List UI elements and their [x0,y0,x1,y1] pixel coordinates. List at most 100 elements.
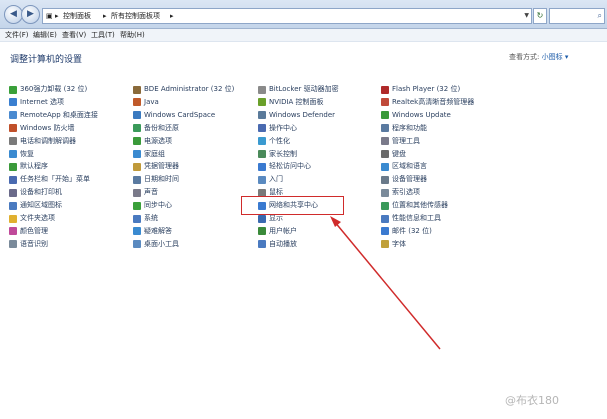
gadget-icon [133,240,141,249]
control-panel-item[interactable]: 个性化 [258,136,290,147]
item-label: 设备和打印机 [20,188,62,197]
control-panel-item[interactable]: 用户帐户 [258,226,297,237]
control-panel-item[interactable]: 任务栏和「开始」菜单 [9,174,90,185]
refresh-button[interactable]: ↻ [533,8,547,24]
personalize-icon [258,137,266,146]
item-label: Java [144,97,159,106]
page-title: 调整计算机的设置 [10,55,83,65]
control-panel-item[interactable]: 操作中心 [258,123,297,134]
control-panel-item[interactable]: Flash Player (32 位) [381,84,460,95]
control-panel-item[interactable]: 键盘 [381,149,406,160]
view-by: 查看方式: 小图标 ▾ [509,52,568,62]
item-label: 系统 [144,214,158,222]
control-panel-item[interactable]: NVIDIA 控制面板 [258,97,324,108]
control-panel-item[interactable]: 位置和其他传感器 [381,200,448,211]
item-label: 疑难解答 [144,226,172,235]
item-label: 入门 [269,175,283,184]
control-panel-item[interactable]: Windows 防火墙 [9,123,74,134]
item-label: 360强力卸载 (32 位) [20,85,88,93]
item-label: 用户帐户 [269,226,297,235]
menu-help[interactable]: 帮助(H) [120,29,145,41]
control-panel-item[interactable]: RemoteApp 和桌面连接 [9,110,98,121]
control-panel-item[interactable]: 凭据管理器 [133,161,179,172]
item-label: Internet 选项 [20,97,65,106]
control-panel-item[interactable]: Windows Defender [258,110,335,121]
item-label: 声音 [144,188,158,197]
control-panel-item[interactable]: BitLocker 驱动器加密 [258,84,339,95]
control-panel-item[interactable]: 性能信息和工具 [381,213,441,224]
control-panel-item[interactable]: 入门 [258,174,283,185]
item-label: 显示 [269,214,283,222]
control-panel-item[interactable]: 设备管理器 [381,174,427,185]
breadcrumb-current[interactable]: 所有控制面板项 [111,9,160,23]
control-panel-item[interactable]: 电话和调制解调器 [9,136,76,147]
taskbar-icon [9,175,17,184]
control-panel-item[interactable]: 邮件 (32 位) [381,226,432,237]
menu-view[interactable]: 查看(V) [62,29,86,41]
control-panel-item[interactable]: BDE Administrator (32 位) [133,84,234,95]
flash-icon [381,85,389,94]
recovery-icon [9,150,17,158]
control-panel-item[interactable]: 管理工具 [381,136,420,147]
control-panel-item[interactable]: 自动播放 [258,239,297,250]
backup-icon [133,124,141,133]
control-panel-item[interactable]: Windows CardSpace [133,110,215,121]
control-panel-item[interactable]: 通知区域图标 [9,200,62,211]
control-panel-item[interactable]: 备份和还原 [133,123,179,134]
indexing-icon [381,188,389,197]
item-label: 鼠标 [269,188,283,197]
menu-bar: 文件(F) 编辑(E) 查看(V) 工具(T) 帮助(H) [0,29,607,42]
control-panel-item[interactable]: 家庭组 [133,149,165,160]
control-panel-item[interactable]: Windows Update [381,110,451,121]
nvidia-icon [258,98,266,107]
control-panel-item[interactable]: 设备和打印机 [9,187,62,198]
item-label: 电话和调制解调器 [20,136,76,145]
control-panel-item[interactable]: 默认程序 [9,161,48,172]
menu-edit[interactable]: 编辑(E) [33,29,57,41]
control-panel-item[interactable]: 同步中心 [133,200,172,211]
view-by-label: 查看方式: [509,53,540,61]
search-input[interactable]: ⌕ [549,8,605,24]
item-label: 性能信息和工具 [392,214,441,222]
region-icon [381,162,389,171]
menu-tools[interactable]: 工具(T) [91,29,115,41]
control-panel-item[interactable]: 索引选项 [381,187,420,198]
control-panel-item[interactable]: 程序和功能 [381,123,427,134]
breadcrumb-root[interactable]: 控制面板 [63,9,91,23]
control-panel-item[interactable]: 桌面小工具 [133,239,179,250]
control-panel-item[interactable]: 日期和时间 [133,174,179,185]
control-panel-item[interactable]: 360强力卸载 (32 位) [9,84,87,95]
defender-icon [258,111,266,120]
control-panel-item[interactable]: 文件夹选项 [9,213,55,224]
control-panel-item[interactable]: Internet 选项 [9,97,64,108]
chevron-down-icon[interactable]: ▼ [524,9,529,23]
autoplay-icon [258,240,266,249]
item-label: 通知区域图标 [20,201,62,210]
control-panel-item[interactable]: 颜色管理 [9,226,48,237]
control-panel-item[interactable]: 声音 [133,187,158,198]
control-panel-item[interactable]: 语音识别 [9,239,48,250]
cardspace-icon [133,111,141,120]
control-panel-item[interactable]: 区域和语言 [381,161,427,172]
control-panel-item[interactable]: 轻松访问中心 [258,161,311,172]
view-by-dropdown[interactable]: 小图标 ▾ [542,53,569,61]
path-box[interactable]: ▣ ▸ 控制面板 ▸ 所有控制面板项 ▸ ▼ [42,8,532,24]
item-label: 家长控制 [269,149,297,158]
menu-file[interactable]: 文件(F) [5,29,29,41]
item-label: 位置和其他传感器 [392,201,448,210]
control-panel-item[interactable]: 系统 [133,213,158,224]
forward-button[interactable]: ▶ [21,5,40,24]
chevron-right-icon: ▸ [170,12,174,20]
control-panel-item[interactable]: 恢复 [9,149,34,160]
troubleshoot-icon [133,227,141,236]
control-panel-item[interactable]: Java [133,97,159,108]
control-panel-item[interactable]: 字体 [381,239,406,250]
control-panel-item[interactable]: 电源选项 [133,136,172,147]
control-panel-item[interactable]: Realtek高清晰音频管理器 [381,97,474,108]
control-panel-item[interactable]: 疑难解答 [133,226,172,237]
control-panel-item[interactable]: 家长控制 [258,149,297,160]
watermark: @布衣180 [505,394,559,407]
item-label: 家庭组 [144,149,165,158]
item-label: Windows Defender [269,110,336,119]
uninstall-icon [9,85,17,94]
